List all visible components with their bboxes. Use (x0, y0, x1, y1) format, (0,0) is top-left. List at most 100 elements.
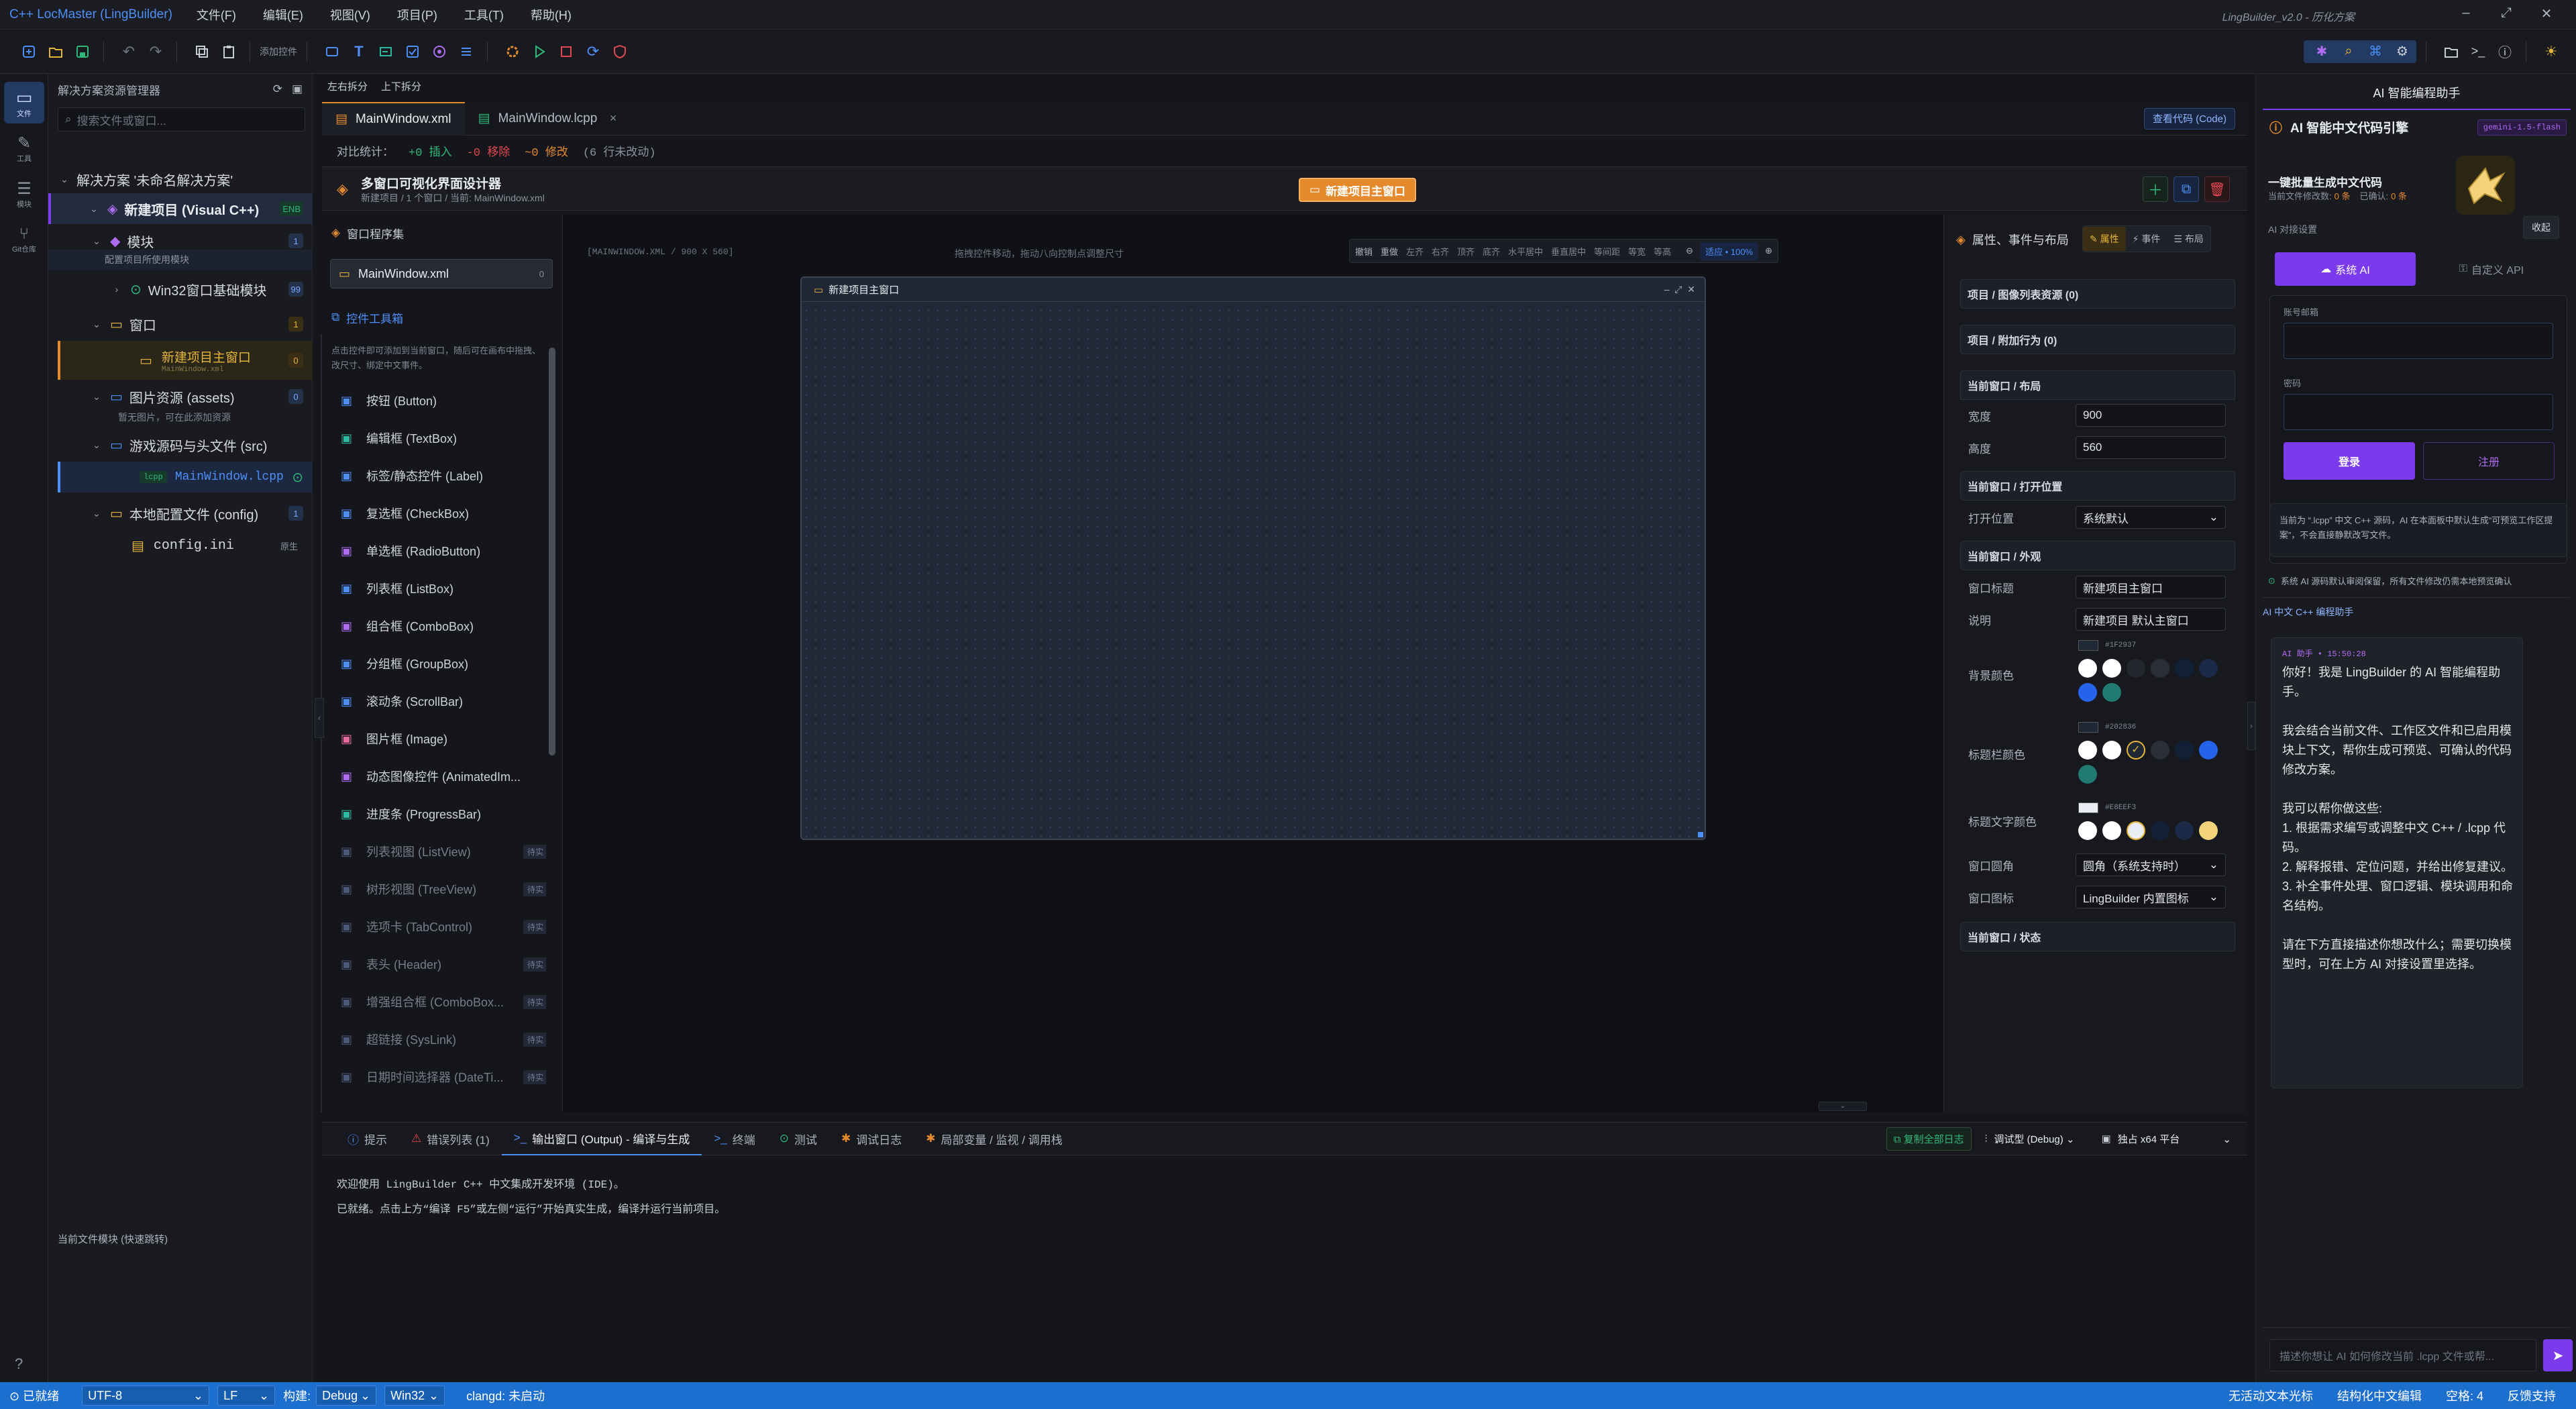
toolbox-item[interactable]: ▣ 滚动条 (ScrollBar) (333, 686, 547, 717)
section-layout[interactable]: 当前窗口 / 布局 (1960, 370, 2235, 400)
align-tool[interactable]: 底齐 (1483, 245, 1500, 258)
search-input[interactable]: 搜索文件或窗口... (77, 111, 166, 128)
tree-win32-module[interactable]: › ⊙ Win32窗口基础模块 99 (48, 274, 313, 305)
register-button[interactable]: 注册 (2423, 442, 2555, 480)
search-icon[interactable]: ⌕ (2337, 40, 2360, 63)
tree-lcpp-file[interactable]: lcpp MainWindow.lcpp ⊙ (58, 462, 313, 492)
toolbox-item[interactable]: ▣ 动态图像控件 (AnimatedIm... (333, 761, 547, 792)
tree-main-window[interactable]: ▭ 新建项目主窗口 MainWindow.xml 0 (58, 341, 313, 380)
toolbox-item[interactable]: ▣ 树形视图 (TreeView) 待实 (333, 874, 547, 904)
align-tool[interactable]: 左齐 (1406, 245, 1424, 258)
tree-config-ini[interactable]: ▤ config.ini 原生 (48, 530, 313, 561)
model-badge[interactable]: gemini-1.5-flash (2477, 119, 2567, 136)
save-icon[interactable] (71, 40, 94, 63)
title-text-color-picker[interactable]: #E8EEF3 (2078, 802, 2223, 840)
tree-windows[interactable]: ⌄ ▭ 窗口 1 (48, 309, 313, 340)
refresh-icon[interactable]: ⟳ (273, 83, 282, 96)
rebuild-icon[interactable]: ⟳ (582, 40, 604, 63)
ai-input[interactable]: 描述你想让 AI 如何修改当前 .lcpp 文件或帮... (2269, 1339, 2536, 1371)
align-tool[interactable]: 等间距 (1594, 245, 1620, 258)
bg-color-picker[interactable]: #1F2937 (2078, 640, 2223, 702)
menu-view[interactable]: 视图(V) (330, 6, 370, 23)
section-state[interactable]: 当前窗口 / 状态 (1960, 922, 2235, 951)
align-tool[interactable]: 垂直居中 (1551, 245, 1586, 258)
bug-icon[interactable]: ✱ (2310, 40, 2333, 63)
config-select[interactable]: 调试型 (Debug) ⌄ (1994, 1132, 2074, 1146)
tab-properties[interactable]: ✎ 属性 (2083, 227, 2126, 251)
icon-select[interactable]: LingBuilder 内置图标 ⌄ (2076, 886, 2226, 908)
run-icon[interactable] (528, 40, 551, 63)
help-icon[interactable]: ? (15, 1355, 23, 1373)
tab-custom-api[interactable]: ⚿ 自定义 API (2421, 252, 2562, 286)
theme-icon[interactable]: ☀ (2540, 40, 2563, 63)
toolbox-item[interactable]: ▣ 日期时间选择器 (DateTi... 待实 (333, 1061, 547, 1092)
align-tool[interactable]: 顶齐 (1457, 245, 1474, 258)
section-behavior[interactable]: 项目 / 附加行为 (0) (1960, 325, 2235, 354)
corner-select[interactable]: 圆角（系统支持时） ⌄ (2076, 853, 2226, 876)
window-title-input[interactable]: 新建项目主窗口 (2076, 576, 2226, 598)
copy-window-button[interactable]: ⧉ (2174, 176, 2199, 202)
tab-layout[interactable]: ☰ 布局 (2167, 227, 2210, 251)
close-tab-icon[interactable]: ✕ (609, 113, 617, 124)
tab-errors[interactable]: ⚠ 错误列表 (1) (399, 1122, 502, 1155)
terminal-icon[interactable]: >_ (2467, 40, 2489, 63)
copy-icon[interactable] (191, 40, 213, 63)
tab-output[interactable]: >_ 输出窗口 (Output) - 编译与生成 (501, 1122, 702, 1155)
view-code-button[interactable]: 查看代码 (Code) (2143, 107, 2235, 129)
description-input[interactable]: 新建项目 默认主窗口 (2076, 608, 2226, 631)
right-collapse-handle[interactable]: › (2247, 702, 2255, 750)
activity-modules[interactable]: ☰ 模块 (4, 173, 44, 215)
new-file-icon[interactable] (17, 40, 40, 63)
build-icon[interactable] (501, 40, 524, 63)
align-tool[interactable]: 右齐 (1432, 245, 1449, 258)
info-icon[interactable]: ⓘ (2493, 40, 2516, 63)
toolbox-item[interactable]: ▣ 表头 (Header) 待实 (333, 949, 547, 980)
canvas-undo[interactable]: 撤销 (1355, 245, 1373, 258)
canvas-redo[interactable]: 重做 (1381, 245, 1398, 258)
explorer-search[interactable]: ⌕ 搜索文件或窗口... (58, 107, 305, 132)
tab-system-ai[interactable]: ☁ 系统 AI (2275, 252, 2416, 286)
tree-src[interactable]: ⌄ ▭ 游戏源码与头文件 (src) (48, 429, 313, 460)
resize-handle[interactable] (1698, 832, 1703, 837)
scrollbar-thumb[interactable] (549, 348, 555, 755)
toolbox-item[interactable]: ▣ 单选框 (RadioButton) (333, 535, 547, 566)
shield-icon[interactable] (608, 40, 631, 63)
activity-tools[interactable]: ✎ 工具 (4, 127, 44, 169)
zoom-in-icon[interactable]: ⊕ (1765, 246, 1772, 256)
close-icon[interactable]: ✕ (2537, 5, 2556, 24)
height-input[interactable]: 560 (2076, 436, 2226, 459)
collapse-panel-handle[interactable]: ⌄ (1819, 1102, 1867, 1111)
tab-tests[interactable]: ⊙ 测试 (767, 1122, 829, 1155)
toolbox-item[interactable]: ▣ 编辑框 (TextBox) (333, 423, 547, 454)
encoding-select[interactable]: UTF-8 ⌄ (82, 1386, 210, 1406)
menu-project[interactable]: 项目(P) (397, 6, 437, 23)
align-tool[interactable]: 等宽 (1628, 245, 1646, 258)
feedback-link[interactable]: 反馈支持 (2508, 1387, 2556, 1404)
menu-file[interactable]: 文件(F) (197, 6, 236, 23)
paste-icon[interactable] (217, 40, 240, 63)
menu-help[interactable]: 帮助(H) (531, 6, 572, 23)
toolbox-item[interactable]: ▣ 列表视图 (ListView) 待实 (333, 836, 547, 867)
tab-events[interactable]: ⚡ 事件 (2126, 227, 2167, 251)
add-checkbox-icon[interactable] (401, 40, 424, 63)
toolbox-item[interactable]: ▣ 选项卡 (TabControl) 待实 (333, 911, 547, 942)
add-label-icon[interactable]: T (347, 40, 370, 63)
toolbox-item[interactable]: ▣ 图片框 (Image) (333, 723, 547, 754)
open-folder-icon[interactable] (44, 40, 67, 63)
tab-watch[interactable]: ✱ 局部变量 / 监视 / 调用栈 (914, 1122, 1075, 1155)
tab-hints[interactable]: ⓘ 提示 (335, 1122, 399, 1155)
split-vertical[interactable]: 上下拆分 (381, 79, 421, 93)
minimize-icon[interactable]: – (2457, 5, 2475, 24)
activity-git[interactable]: ⑂ Git仓库 (4, 219, 44, 260)
toolbox-item[interactable]: ▣ 分组框 (GroupBox) (333, 648, 547, 679)
toolbox-item[interactable]: ▣ 超链接 (SysLink) 待实 (333, 1024, 547, 1055)
tab-xml[interactable]: ▤ MainWindow.xml (322, 101, 465, 136)
tab-lcpp[interactable]: ▤ MainWindow.lcpp ✕ (465, 102, 631, 136)
activity-files[interactable]: ▭ 文件 (4, 82, 44, 123)
toolbox-item[interactable]: ▣ 组合框 (ComboBox) (333, 611, 547, 641)
split-horizontal[interactable]: 左右拆分 (327, 79, 368, 93)
toolbox-item[interactable]: ▣ 增强组合框 (ComboBox... 待实 (333, 986, 547, 1017)
toolbox-item[interactable]: ▣ 按钮 (Button) (333, 385, 547, 416)
undo-icon[interactable]: ↶ (117, 40, 140, 63)
delete-window-button[interactable]: 🗑 (2204, 176, 2230, 202)
